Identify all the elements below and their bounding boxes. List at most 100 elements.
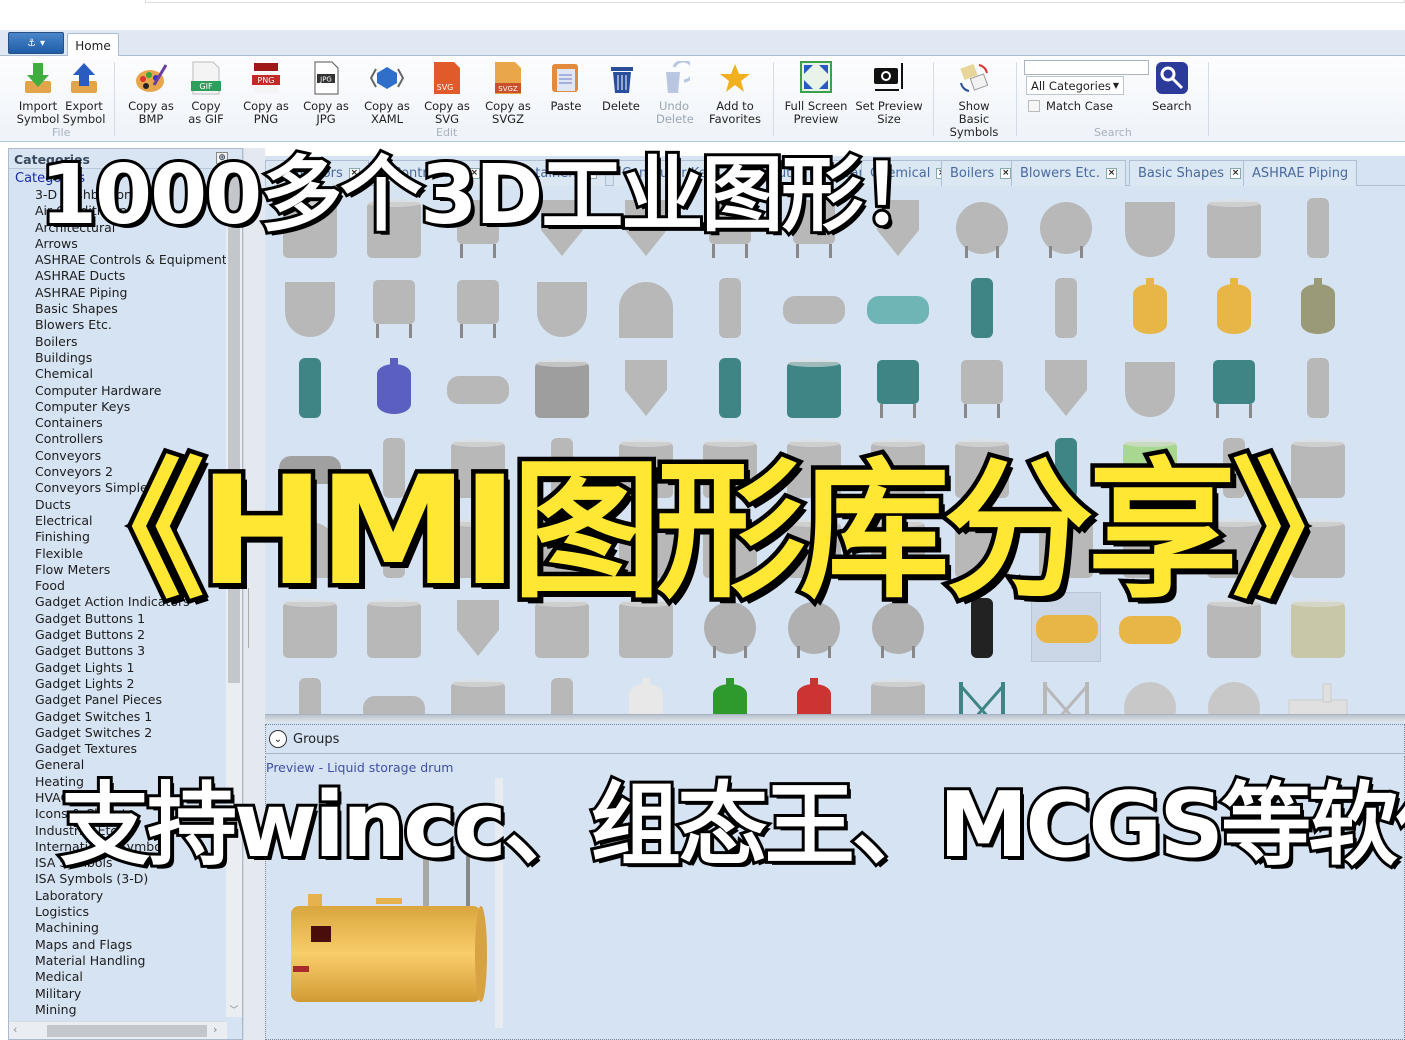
symbol-tile[interactable] — [1283, 512, 1353, 582]
symbol-tile[interactable] — [527, 272, 597, 342]
symbol-tile[interactable] — [1031, 272, 1101, 342]
category-item[interactable]: Architectural — [9, 220, 227, 236]
scrollbar-thumb[interactable] — [47, 1025, 207, 1037]
document-tab[interactable]: Computer Keys× — [613, 160, 748, 186]
chevron-down-icon[interactable]: ⌄ — [269, 730, 287, 748]
symbol-tile[interactable] — [779, 672, 849, 718]
symbol-tile[interactable] — [1283, 432, 1353, 502]
app-menu-button[interactable]: ⚓ ▾ — [8, 32, 64, 54]
symbol-tile[interactable] — [695, 672, 765, 718]
category-item[interactable]: Computer Keys — [9, 399, 227, 415]
symbol-tile[interactable] — [1031, 432, 1101, 502]
symbol-tile[interactable] — [359, 592, 429, 662]
symbol-tile[interactable] — [611, 512, 681, 582]
symbol-tile[interactable] — [611, 192, 681, 262]
symbol-tile[interactable] — [1115, 672, 1185, 718]
symbol-tile[interactable] — [275, 672, 345, 718]
set-preview-size-button[interactable]: Set Preview Size — [854, 60, 924, 126]
close-tab-icon[interactable]: × — [1230, 168, 1242, 179]
symbol-tile[interactable] — [527, 192, 597, 262]
category-item[interactable]: Maps and Flags — [9, 937, 227, 953]
symbol-tile[interactable] — [611, 672, 681, 718]
category-item[interactable]: Gadget Switches 2 — [9, 725, 227, 741]
category-item[interactable]: Conveyors Simple — [9, 480, 227, 496]
symbol-tile[interactable] — [695, 272, 765, 342]
symbol-tile[interactable] — [1115, 192, 1185, 262]
checkbox-box[interactable] — [1028, 100, 1040, 112]
symbol-tile[interactable] — [359, 432, 429, 502]
symbol-tile[interactable] — [1199, 672, 1269, 718]
category-item[interactable]: Arrows — [9, 236, 227, 252]
symbol-tile[interactable] — [359, 672, 429, 718]
category-item[interactable]: Boilers — [9, 334, 227, 350]
category-item[interactable]: Mining — [9, 1002, 227, 1018]
symbol-tile[interactable] — [1031, 352, 1101, 422]
delete-button[interactable]: Delete — [602, 60, 640, 113]
symbol-tile[interactable] — [527, 352, 597, 422]
category-item[interactable]: Laboratory — [9, 888, 227, 904]
scrollbar-thumb[interactable] — [228, 171, 240, 683]
symbol-tile[interactable] — [1199, 192, 1269, 262]
symbol-tile[interactable] — [863, 672, 933, 718]
grid-horizontal-scrollbar[interactable] — [265, 714, 1405, 722]
symbol-tile[interactable] — [359, 192, 429, 262]
symbol-tile[interactable] — [611, 272, 681, 342]
category-item[interactable]: Gadget Textures — [9, 741, 227, 757]
symbol-tile[interactable] — [863, 512, 933, 582]
symbol-tile[interactable] — [1115, 512, 1185, 582]
symbol-tile[interactable] — [611, 432, 681, 502]
symbol-tile[interactable] — [443, 272, 513, 342]
close-tab-icon[interactable]: × — [586, 168, 598, 179]
category-item[interactable]: Icons & Clipart — [9, 806, 227, 822]
close-tab-icon[interactable]: × — [348, 168, 360, 179]
export-symbol-button[interactable]: Export Symbol — [62, 60, 106, 126]
category-item[interactable]: Gadget Panel Pieces — [9, 692, 227, 708]
symbol-tile[interactable] — [1283, 352, 1353, 422]
paste-button[interactable]: Paste — [549, 60, 583, 113]
symbol-tile[interactable] — [779, 432, 849, 502]
category-item[interactable]: Gadget Buttons 3 — [9, 643, 227, 659]
copy-gif-button[interactable]: GIF Copy as GIF — [186, 60, 226, 126]
symbol-tile[interactable] — [1199, 512, 1269, 582]
category-item[interactable]: HVAC — [9, 790, 227, 806]
symbol-tile[interactable] — [275, 272, 345, 342]
symbol-tile[interactable] — [1283, 272, 1353, 342]
document-tab[interactable]: ASHRAE Piping — [1243, 160, 1358, 186]
symbol-tile[interactable] — [443, 352, 513, 422]
category-item[interactable]: Gadget Switches 1 — [9, 709, 227, 725]
scroll-right-icon[interactable]: › — [213, 1023, 217, 1036]
category-item[interactable]: Flow Meters — [9, 562, 227, 578]
symbol-tile[interactable] — [779, 592, 849, 662]
symbol-tile[interactable] — [947, 352, 1017, 422]
symbol-tile[interactable] — [1115, 352, 1185, 422]
symbol-tile[interactable] — [947, 192, 1017, 262]
scroll-left-icon[interactable]: ‹ — [13, 1023, 17, 1036]
category-item[interactable]: Gadget Buttons 2 — [9, 627, 227, 643]
document-tab[interactable]: Containers × — [501, 160, 607, 186]
symbol-tile[interactable] — [1283, 592, 1353, 662]
symbol-tile[interactable] — [947, 512, 1017, 582]
category-item[interactable]: ASHRAE Piping — [9, 285, 227, 301]
symbol-tile[interactable] — [527, 512, 597, 582]
copy-png-button[interactable]: PNG Copy as PNG — [243, 60, 289, 126]
symbol-tile[interactable] — [863, 192, 933, 262]
document-tab[interactable]: Basic Shapes × — [1129, 160, 1251, 186]
category-item[interactable]: Material Handling — [9, 953, 227, 969]
category-item[interactable]: Electrical — [9, 513, 227, 529]
symbol-tile[interactable] — [443, 432, 513, 502]
symbol-tile-selected[interactable] — [1031, 592, 1101, 662]
copy-xaml-button[interactable]: Copy as XAML — [364, 60, 410, 126]
category-item[interactable]: General — [9, 757, 227, 773]
category-item[interactable]: Buildings — [9, 350, 227, 366]
full-screen-preview-button[interactable]: Full Screen Preview — [784, 60, 848, 126]
symbol-tile[interactable] — [527, 432, 597, 502]
close-tab-icon[interactable]: × — [468, 168, 480, 179]
symbol-tile[interactable] — [947, 272, 1017, 342]
symbol-tile[interactable] — [359, 352, 429, 422]
symbol-tile[interactable] — [1031, 672, 1101, 718]
category-item[interactable]: Containers — [9, 415, 227, 431]
symbol-tile[interactable] — [947, 432, 1017, 502]
symbol-tile[interactable] — [947, 672, 1017, 718]
document-tab[interactable]: Boilers × — [941, 160, 1021, 186]
symbol-tile[interactable] — [359, 272, 429, 342]
